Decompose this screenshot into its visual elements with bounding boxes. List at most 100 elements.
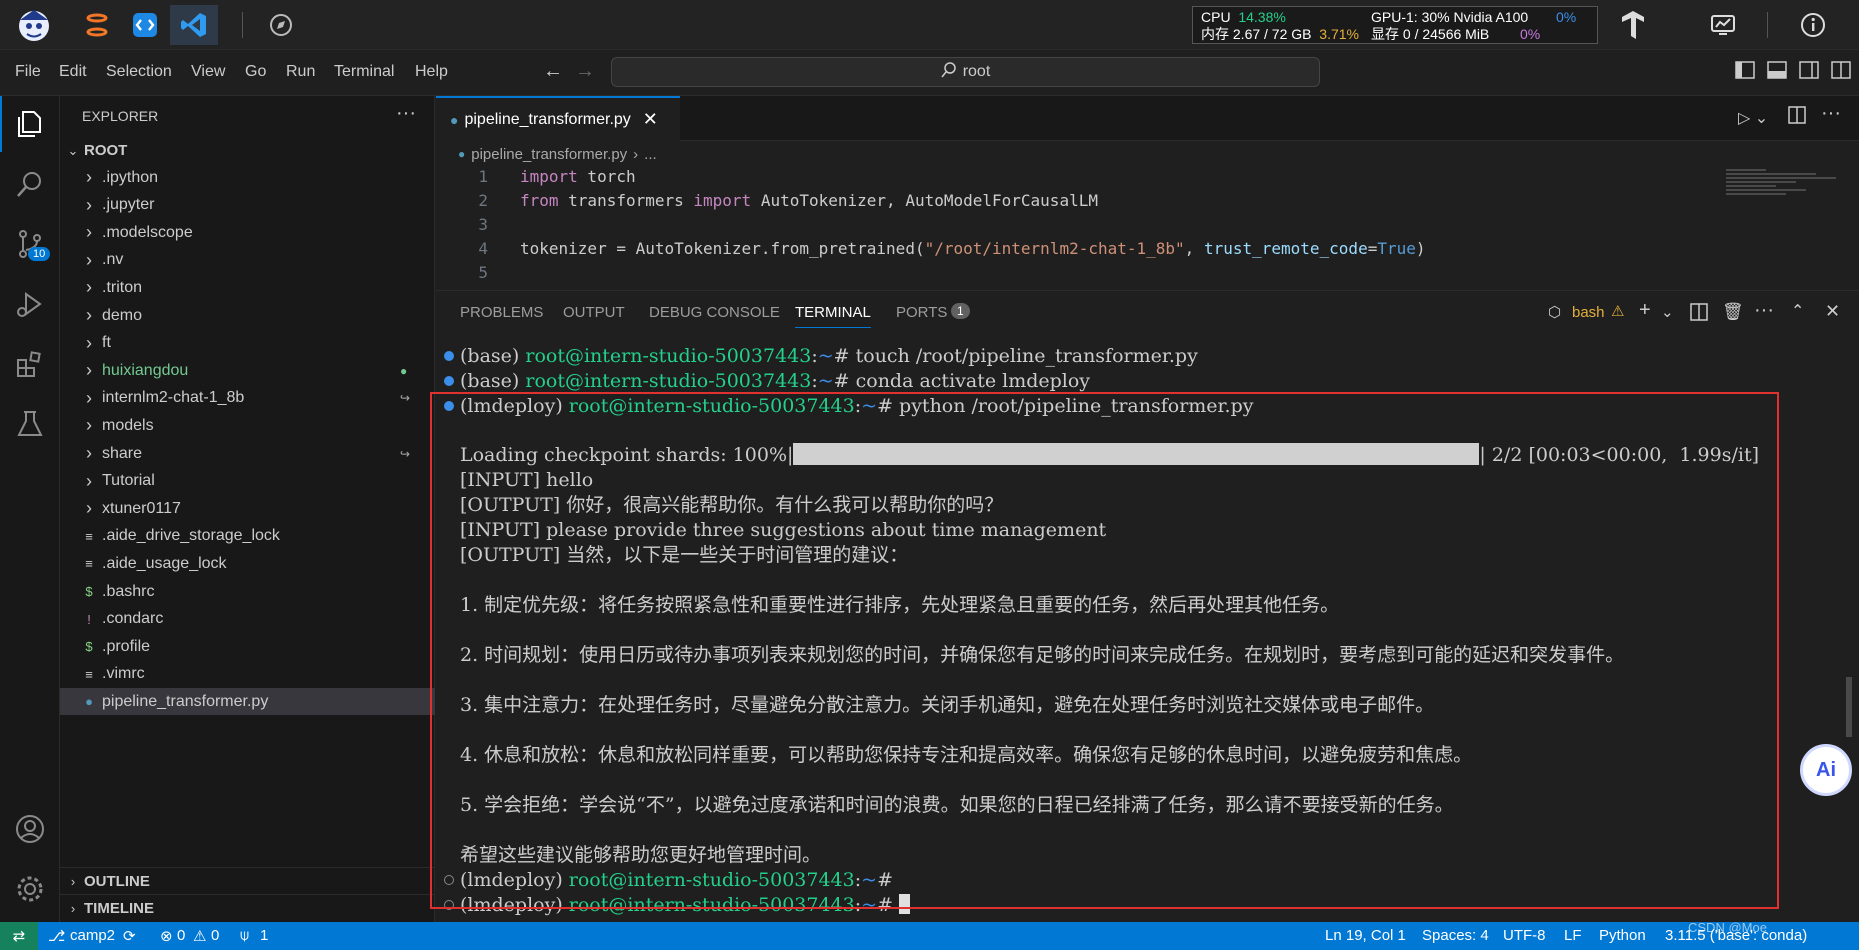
minimap[interactable] bbox=[1726, 167, 1846, 227]
tree-item-label: models bbox=[102, 416, 154, 434]
tree-folder[interactable]: › .nv bbox=[60, 247, 435, 274]
menu-edit[interactable]: Edit bbox=[59, 63, 87, 81]
language-mode[interactable]: Python bbox=[1599, 927, 1646, 944]
close-icon[interactable]: ✕ bbox=[643, 109, 658, 130]
info-icon[interactable] bbox=[1789, 5, 1837, 45]
tab-terminal[interactable]: TERMINAL bbox=[795, 304, 871, 328]
tree-folder[interactable]: › Tutorial bbox=[60, 468, 435, 495]
terminal-dropdown-icon[interactable]: ⌄ bbox=[1661, 303, 1674, 321]
tree-folder[interactable]: › xtuner0117 bbox=[60, 495, 435, 522]
line-number: 2 bbox=[478, 191, 488, 210]
outline-section[interactable]: › OUTLINE bbox=[60, 867, 435, 894]
menu-selection[interactable]: Selection bbox=[106, 63, 172, 81]
end-of-line[interactable]: LF bbox=[1564, 927, 1582, 944]
tree-folder[interactable]: › .ipython bbox=[60, 164, 435, 191]
monitor-chart-icon[interactable] bbox=[1699, 5, 1747, 45]
breadcrumb-file[interactable]: pipeline_transformer.py bbox=[471, 146, 627, 163]
timeline-section[interactable]: › TIMELINE bbox=[60, 894, 435, 921]
search-icon[interactable] bbox=[0, 156, 60, 212]
tab-debug-console[interactable]: DEBUG CONSOLE bbox=[649, 304, 780, 321]
maximize-panel-icon[interactable]: ⌃ bbox=[1791, 301, 1804, 321]
tree-folder[interactable]: › .jupyter bbox=[60, 192, 435, 219]
kill-terminal-icon[interactable]: 🗑 bbox=[1722, 302, 1744, 322]
terminal-shell-name[interactable]: bash bbox=[1572, 304, 1605, 321]
code-editor[interactable]: 1 import torch 2 from transformers import … bbox=[436, 167, 1859, 290]
customize-layout-icon[interactable] bbox=[1831, 61, 1851, 84]
root-folder[interactable]: ⌄ ROOT bbox=[60, 137, 435, 164]
split-editor-icon[interactable] bbox=[1788, 106, 1806, 128]
timeline-label: TIMELINE bbox=[84, 899, 154, 917]
tree-folder[interactable]: › models bbox=[60, 412, 435, 439]
menu-run[interactable]: Run bbox=[286, 63, 315, 81]
jupyter-icon[interactable] bbox=[73, 5, 121, 45]
explorer-icon[interactable] bbox=[0, 96, 60, 152]
explorer-more-icon[interactable]: ··· bbox=[396, 102, 416, 125]
editor-tab-pipeline[interactable]: ● pipeline_transformer.py ✕ bbox=[436, 96, 680, 141]
tree-file[interactable]: ≡ .vimrc bbox=[60, 661, 435, 688]
panel-more-icon[interactable]: ··· bbox=[1754, 299, 1774, 322]
menu-go[interactable]: Go bbox=[245, 63, 266, 81]
app-logo-icon[interactable] bbox=[10, 5, 58, 45]
menu-file[interactable]: File bbox=[15, 63, 41, 81]
settings-gear-icon[interactable] bbox=[0, 861, 60, 917]
tab-problems[interactable]: PROBLEMS bbox=[460, 304, 543, 321]
source-control-badge: 10 bbox=[28, 247, 51, 261]
tree-folder[interactable]: › .modelscope bbox=[60, 219, 435, 246]
tree-folder[interactable]: › .triton bbox=[60, 274, 435, 301]
ports-count[interactable]: 1 bbox=[260, 927, 268, 944]
error-count[interactable]: 0 bbox=[177, 927, 185, 944]
tree-folder[interactable]: › share ↪ bbox=[60, 440, 435, 467]
mem-value: 3.71% bbox=[1319, 26, 1359, 42]
toggle-secondary-sidebar-icon[interactable] bbox=[1799, 61, 1819, 84]
source-control-icon[interactable]: 10 bbox=[0, 216, 60, 272]
tab-output[interactable]: OUTPUT bbox=[563, 304, 625, 321]
back-arrow-icon[interactable]: ← bbox=[543, 60, 563, 83]
terminal-shell-icon: ⬡ bbox=[1548, 304, 1562, 321]
menu-view[interactable]: View bbox=[191, 63, 225, 81]
menu-help[interactable]: Help bbox=[415, 63, 448, 81]
run-python-icon[interactable]: ▷ ⌄ bbox=[1738, 108, 1768, 128]
tree-folder[interactable]: › ft bbox=[60, 330, 435, 357]
vscode-icon[interactable] bbox=[170, 5, 218, 45]
tree-file[interactable]: $ .bashrc bbox=[60, 578, 435, 605]
chevron-right-icon: › bbox=[86, 222, 92, 243]
extensions-icon[interactable] bbox=[0, 336, 60, 392]
resource-monitor: CPU 14.38% GPU-1: 30% Nvidia A100 0% 内存 … bbox=[1192, 6, 1598, 44]
tree-folder[interactable]: › demo bbox=[60, 302, 435, 329]
editor-more-icon[interactable]: ··· bbox=[1821, 102, 1841, 125]
terminal-scrollbar[interactable] bbox=[1846, 677, 1852, 737]
new-terminal-icon[interactable]: + bbox=[1639, 299, 1651, 322]
close-panel-icon[interactable]: ✕ bbox=[1825, 301, 1840, 322]
account-icon[interactable] bbox=[0, 801, 60, 857]
sync-icon[interactable]: ⟳ bbox=[123, 927, 136, 945]
menu-terminal[interactable]: Terminal bbox=[334, 63, 394, 81]
tensorflow-icon[interactable] bbox=[1609, 5, 1657, 45]
tree-file[interactable]: $ .profile bbox=[60, 633, 435, 660]
toggle-sidebar-icon[interactable] bbox=[1735, 61, 1755, 84]
indent-spaces[interactable]: Spaces: 4 bbox=[1422, 927, 1489, 944]
tree-file[interactable]: ● pipeline_transformer.py bbox=[60, 688, 435, 716]
remote-indicator-icon[interactable]: ⇄ bbox=[0, 922, 38, 950]
code-editor-icon[interactable] bbox=[121, 5, 169, 45]
shell-file-icon: $ bbox=[85, 584, 93, 599]
tab-ports[interactable]: PORTS bbox=[896, 304, 947, 321]
branch-name[interactable]: camp2 bbox=[70, 927, 115, 944]
toggle-panel-icon[interactable] bbox=[1767, 61, 1787, 84]
compass-icon[interactable] bbox=[257, 5, 305, 45]
cursor-position[interactable]: Ln 19, Col 1 bbox=[1325, 927, 1406, 944]
tree-file[interactable]: ≡ .aide_usage_lock bbox=[60, 550, 435, 577]
command-center-search[interactable]: root bbox=[611, 57, 1320, 87]
tree-folder[interactable]: › huixiangdou ● bbox=[60, 357, 435, 384]
forward-arrow-icon[interactable]: → bbox=[575, 60, 595, 83]
explorer-title: EXPLORER bbox=[82, 108, 159, 124]
tree-file[interactable]: ≡ .aide_drive_storage_lock bbox=[60, 523, 435, 550]
warning-count[interactable]: 0 bbox=[211, 927, 219, 944]
split-terminal-icon[interactable] bbox=[1690, 303, 1708, 325]
testing-flask-icon[interactable] bbox=[0, 396, 60, 452]
ai-assistant-button[interactable]: Ai bbox=[1800, 744, 1852, 796]
file-encoding[interactable]: UTF-8 bbox=[1503, 927, 1546, 944]
tree-folder[interactable]: › internlm2-chat-1_8b ↪ bbox=[60, 385, 435, 412]
breadcrumb-more[interactable]: ... bbox=[644, 146, 657, 163]
tree-file[interactable]: ! .condarc bbox=[60, 606, 435, 633]
run-debug-icon[interactable] bbox=[0, 276, 60, 332]
